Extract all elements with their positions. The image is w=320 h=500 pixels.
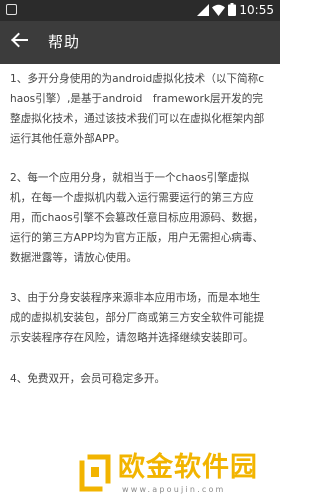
site-watermark: 欧金软件园 www.apoujin.com (78, 452, 278, 498)
battery-icon (228, 1, 236, 20)
help-paragraph-1: 1、多开分身使用的为android虚拟化技术（以下简称chaos引擎）,是基于a… (10, 73, 265, 145)
brand-url: www.apoujin.com (122, 485, 226, 494)
status-clock: 10:55 (239, 3, 274, 17)
wifi-icon (212, 1, 225, 20)
brand-name: 欧金软件园 (118, 452, 258, 483)
brand-logo-icon (78, 453, 112, 493)
status-icons (197, 1, 236, 20)
app-notification-icon (6, 4, 17, 15)
status-bar: 10:55 (0, 0, 280, 21)
help-paragraph-2: 2、每一个应用分身，就相当于一个chaos引擎虚拟机，在每一个虚拟机内载入运行需… (10, 172, 264, 264)
back-button[interactable] (6, 29, 32, 55)
page-title: 帮助 (48, 33, 81, 51)
arrow-left-icon (10, 32, 28, 52)
help-paragraph-4: 4、免费双开，会员可稳定多开。 (10, 373, 166, 385)
signal-icon (197, 1, 209, 20)
app-bar: 帮助 (0, 21, 280, 64)
help-paragraph-3: 3、由于分身安装程序来源非本应用市场，而是本地生成的虚拟机安装包，部分厂商或第三… (10, 292, 265, 344)
help-content: 1、多开分身使用的为android虚拟化技术（以下简称chaos引擎）,是基于a… (0, 64, 280, 389)
